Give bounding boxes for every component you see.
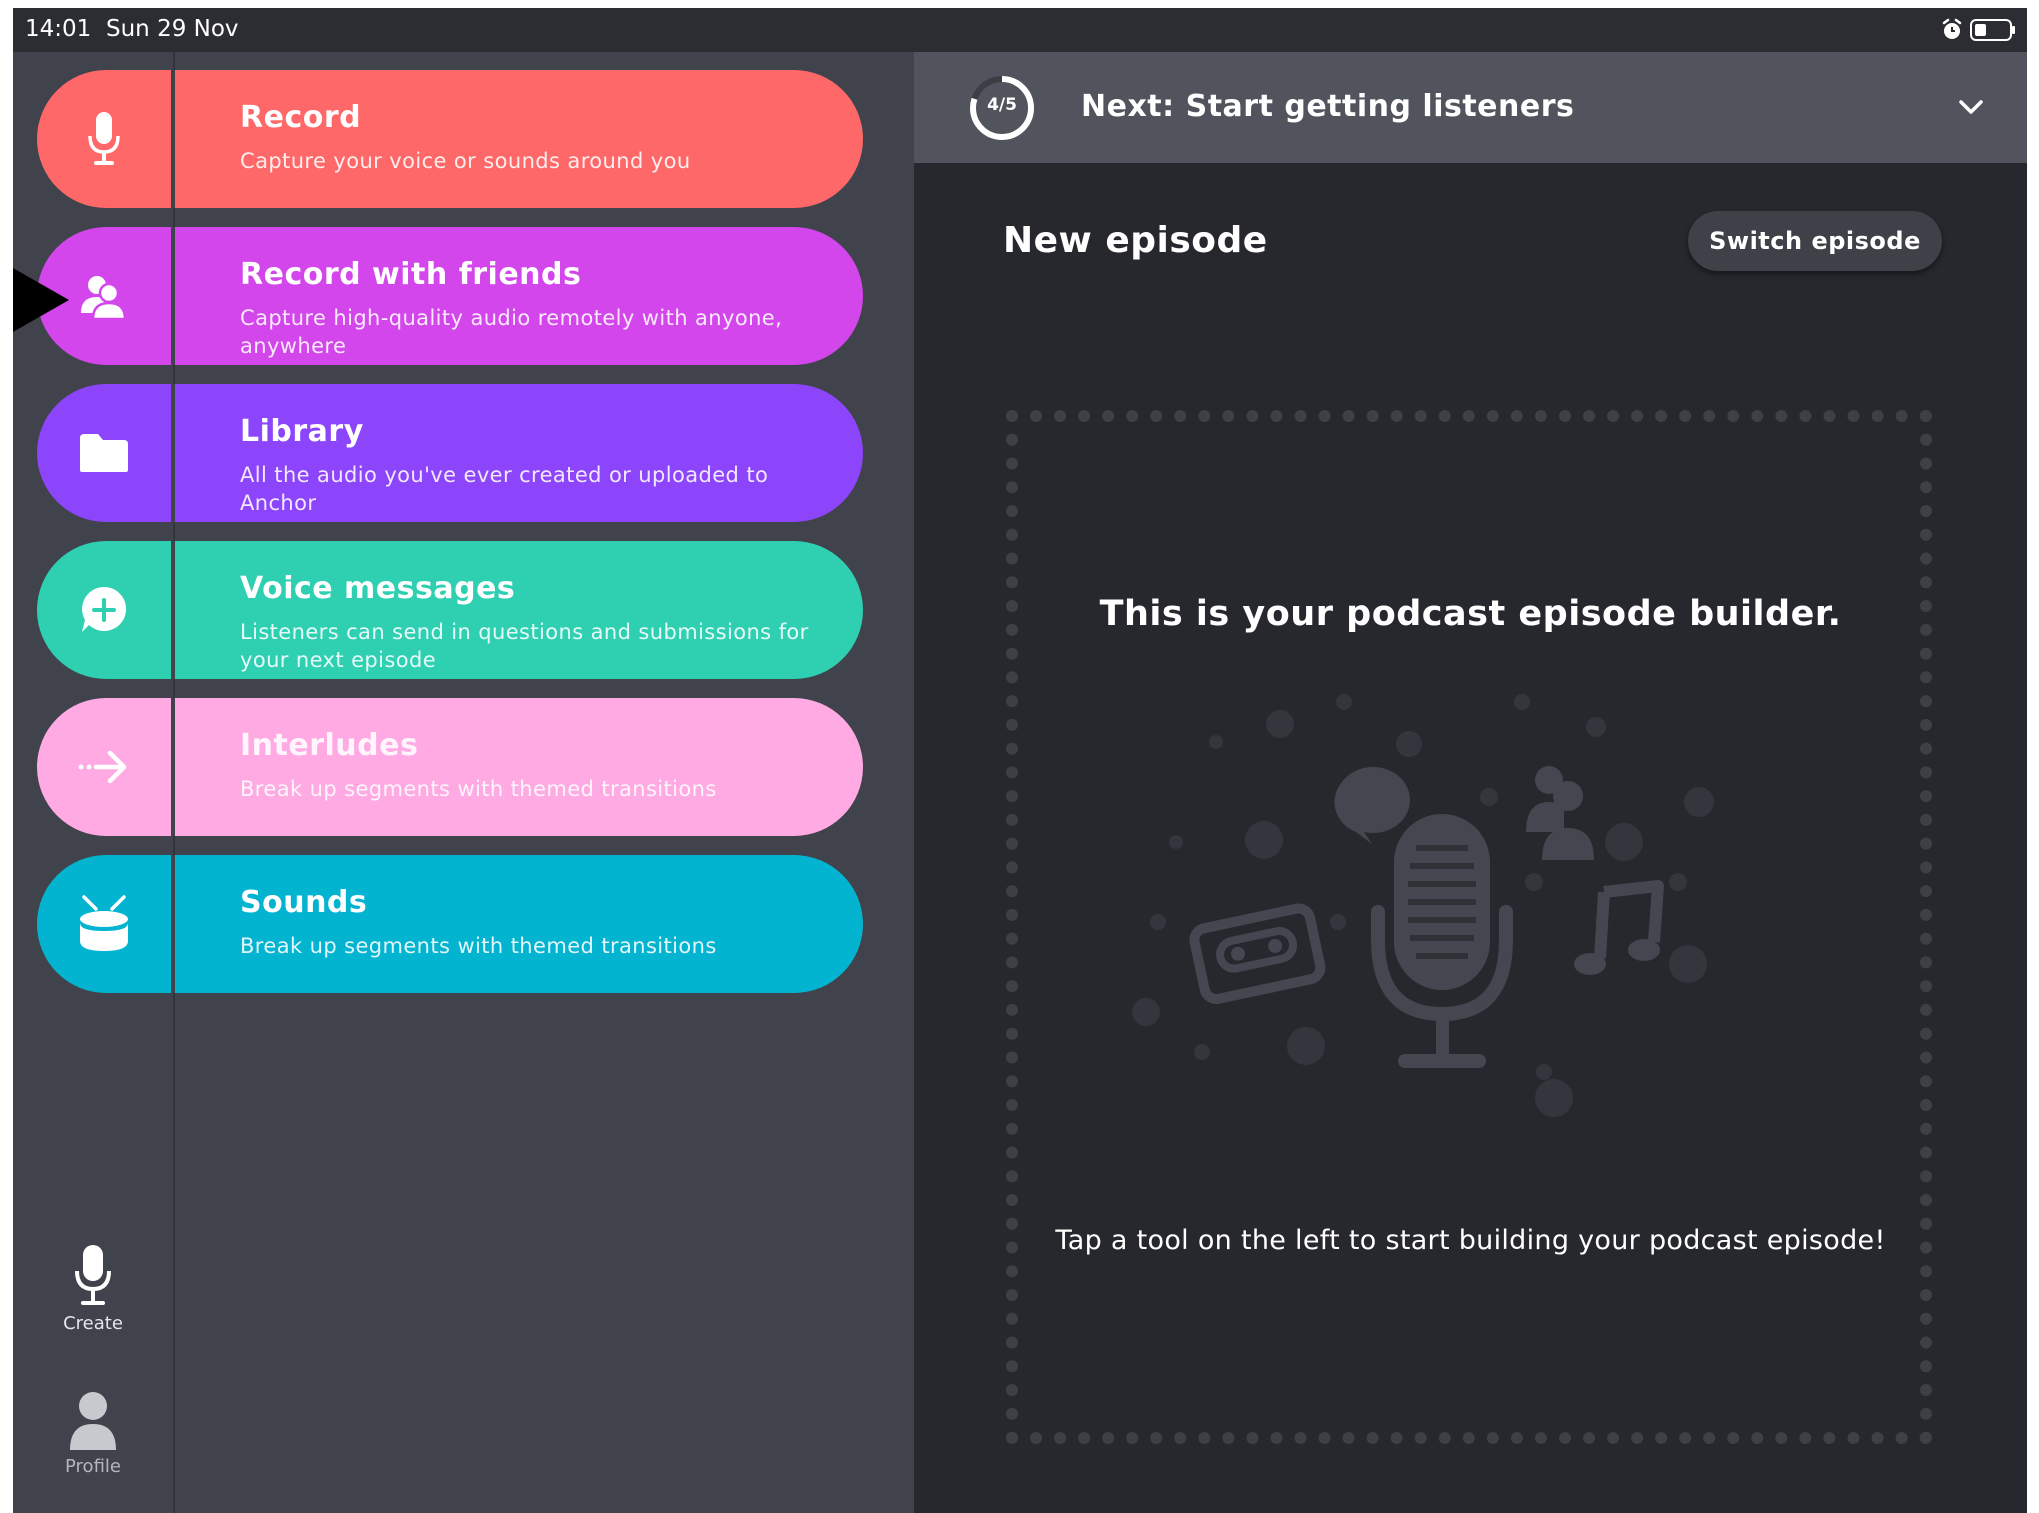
speech-bubble-icon <box>1334 766 1411 844</box>
tool-friends-description: Capture high-quality audio remotely with… <box>240 306 783 358</box>
tool-divider <box>171 70 175 208</box>
next-step-bar[interactable]: 4/5 Next: Start getting listeners <box>914 52 2027 163</box>
nav-create[interactable]: Create <box>13 1245 173 1334</box>
tool-divider <box>171 384 175 522</box>
drum-icon <box>80 895 128 951</box>
next-step-text: Next: Start getting listeners <box>1081 89 1575 124</box>
tool-library-description: All the audio you've ever created or upl… <box>240 463 769 515</box>
microphone-illustration <box>1371 814 1513 1068</box>
tool-divider <box>171 227 175 365</box>
tool-library[interactable]: Library All the audio you've ever create… <box>37 384 863 522</box>
tool-record-icon-area <box>37 70 171 208</box>
friends-icon <box>1526 766 1594 860</box>
tool-record[interactable]: Record Capture your voice or sounds arou… <box>37 70 863 208</box>
microphone-icon <box>88 112 120 165</box>
cassette-icon <box>1189 903 1326 1004</box>
tool-voice-title: Voice messages <box>240 571 516 606</box>
tool-divider <box>171 855 175 993</box>
tool-sounds-title: Sounds <box>240 885 368 920</box>
episode-panel: 4/5 Next: Start getting listeners New ep… <box>914 52 2027 1513</box>
builder-heading: This is your podcast episode builder. <box>1099 594 1842 634</box>
tool-library-icon-area <box>37 384 171 522</box>
tool-interludes-title: Interludes <box>240 728 419 763</box>
tool-record-with-friends[interactable]: Record with friends Capture high-quality… <box>37 227 863 365</box>
add-message-icon <box>82 586 127 632</box>
battery-icon <box>1970 19 2015 41</box>
tool-voice-description: Listeners can send in questions and subm… <box>240 620 809 672</box>
builder-hint: Tap a tool on the left to start building… <box>1055 1225 1886 1256</box>
tool-sounds[interactable]: Sounds Break up segments with themed tra… <box>37 855 863 993</box>
tool-sounds-icon-area <box>37 855 171 993</box>
episode-title: New episode <box>1003 220 1268 261</box>
builder-illustration <box>1132 694 1714 1117</box>
nav-create-label: Create <box>63 1313 123 1334</box>
tool-friends-title: Record with friends <box>240 257 582 292</box>
nav-profile[interactable]: Profile <box>13 1390 173 1477</box>
music-note-icon <box>1574 880 1664 975</box>
arrow-right-icon <box>78 750 127 784</box>
tool-record-title: Record <box>240 100 362 135</box>
tool-interludes-icon-area <box>37 698 171 836</box>
tool-divider <box>171 541 175 679</box>
status-bar: 14:01 Sun 29 Nov <box>13 8 2027 52</box>
switch-episode-button[interactable]: Switch episode <box>1688 211 1942 271</box>
tool-library-title: Library <box>240 414 364 449</box>
tool-voice-messages[interactable]: Voice messages Listeners can send in que… <box>37 541 863 679</box>
nav-profile-label: Profile <box>65 1456 121 1477</box>
chevron-down-icon[interactable] <box>1957 95 1985 119</box>
status-date: Sun 29 Nov <box>106 16 239 42</box>
alarm-icon <box>1942 18 1962 39</box>
tool-divider <box>171 698 175 836</box>
app-screen: 14:01 Sun 29 Nov Create Profile Record C… <box>13 8 2027 1513</box>
tool-interludes[interactable]: Interludes Break up segments with themed… <box>37 698 863 836</box>
pointer-arrow-icon <box>13 268 69 332</box>
microphone-icon <box>75 1245 111 1305</box>
tool-sounds-description: Break up segments with themed transition… <box>240 934 717 958</box>
progress-label: 4/5 <box>987 95 1017 115</box>
folder-icon <box>80 434 128 472</box>
tool-interludes-description: Break up segments with themed transition… <box>240 777 717 801</box>
tool-voice-icon-area <box>37 541 171 679</box>
status-time: 14:01 <box>25 16 92 42</box>
profile-icon <box>70 1392 116 1450</box>
tool-record-description: Capture your voice or sounds around you <box>240 149 691 173</box>
